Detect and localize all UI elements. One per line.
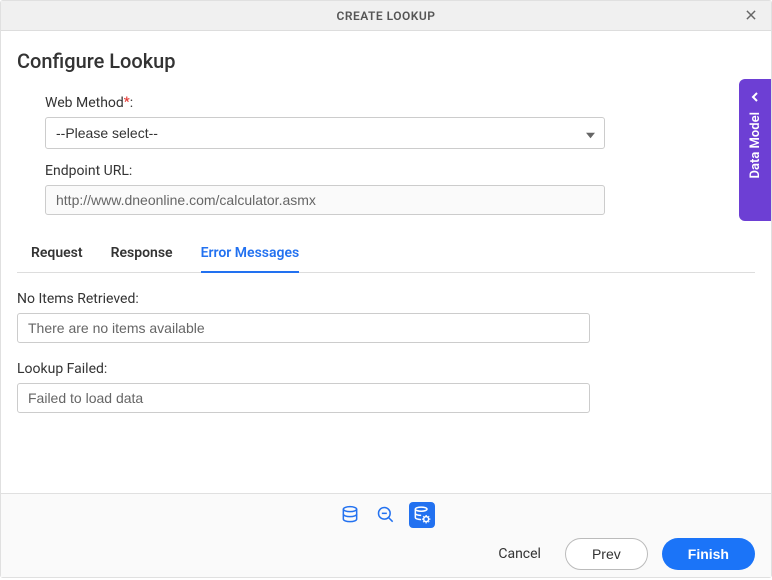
form-section: Web Method*: Endpoint URL: — [17, 95, 755, 215]
web-method-group: Web Method*: — [45, 95, 605, 149]
wizard-steps — [1, 494, 771, 532]
lookup-failed-group: Lookup Failed: — [17, 361, 755, 413]
tab-request[interactable]: Request — [31, 235, 83, 273]
page-title: Configure Lookup — [17, 49, 755, 73]
chevron-left-icon — [750, 87, 760, 106]
data-model-panel-toggle[interactable]: Data Model — [739, 79, 771, 221]
no-items-label: No Items Retrieved: — [17, 291, 755, 307]
web-method-select-wrap — [45, 117, 605, 149]
web-method-select[interactable] — [45, 117, 605, 149]
lookup-failed-label: Lookup Failed: — [17, 361, 755, 377]
close-button[interactable] — [741, 5, 761, 25]
modal-header: CREATE LOOKUP — [1, 1, 771, 31]
footer-actions: Cancel Prev Finish — [1, 532, 771, 580]
modal-footer: Cancel Prev Finish — [1, 493, 771, 577]
no-items-group: No Items Retrieved: — [17, 291, 755, 343]
step-configure[interactable] — [409, 502, 435, 528]
step-datasource[interactable] — [337, 502, 363, 528]
endpoint-label: Endpoint URL: — [45, 163, 605, 179]
endpoint-url-input[interactable] — [45, 185, 605, 215]
data-model-label: Data Model — [748, 112, 763, 178]
cancel-button[interactable]: Cancel — [488, 540, 551, 568]
step-query[interactable] — [373, 502, 399, 528]
close-icon — [744, 8, 758, 22]
web-method-label-suffix: : — [130, 95, 133, 111]
tab-error-messages[interactable]: Error Messages — [201, 235, 300, 273]
web-method-label-text: Web Method — [45, 95, 124, 111]
search-minus-icon — [376, 505, 396, 525]
modal-body: Configure Lookup Web Method*: Endpoint U… — [1, 31, 771, 493]
prev-button[interactable]: Prev — [565, 538, 648, 570]
lookup-failed-input[interactable] — [17, 383, 590, 413]
tabs: Request Response Error Messages — [17, 235, 755, 273]
finish-button[interactable]: Finish — [662, 538, 755, 570]
modal-title: CREATE LOOKUP — [337, 9, 436, 23]
database-gear-icon — [412, 505, 432, 525]
tab-response[interactable]: Response — [111, 235, 173, 273]
database-icon — [340, 505, 360, 525]
endpoint-group: Endpoint URL: — [45, 163, 605, 215]
web-method-label: Web Method*: — [45, 95, 605, 111]
create-lookup-modal: CREATE LOOKUP Configure Lookup Web Metho… — [0, 0, 772, 578]
no-items-input[interactable] — [17, 313, 590, 343]
